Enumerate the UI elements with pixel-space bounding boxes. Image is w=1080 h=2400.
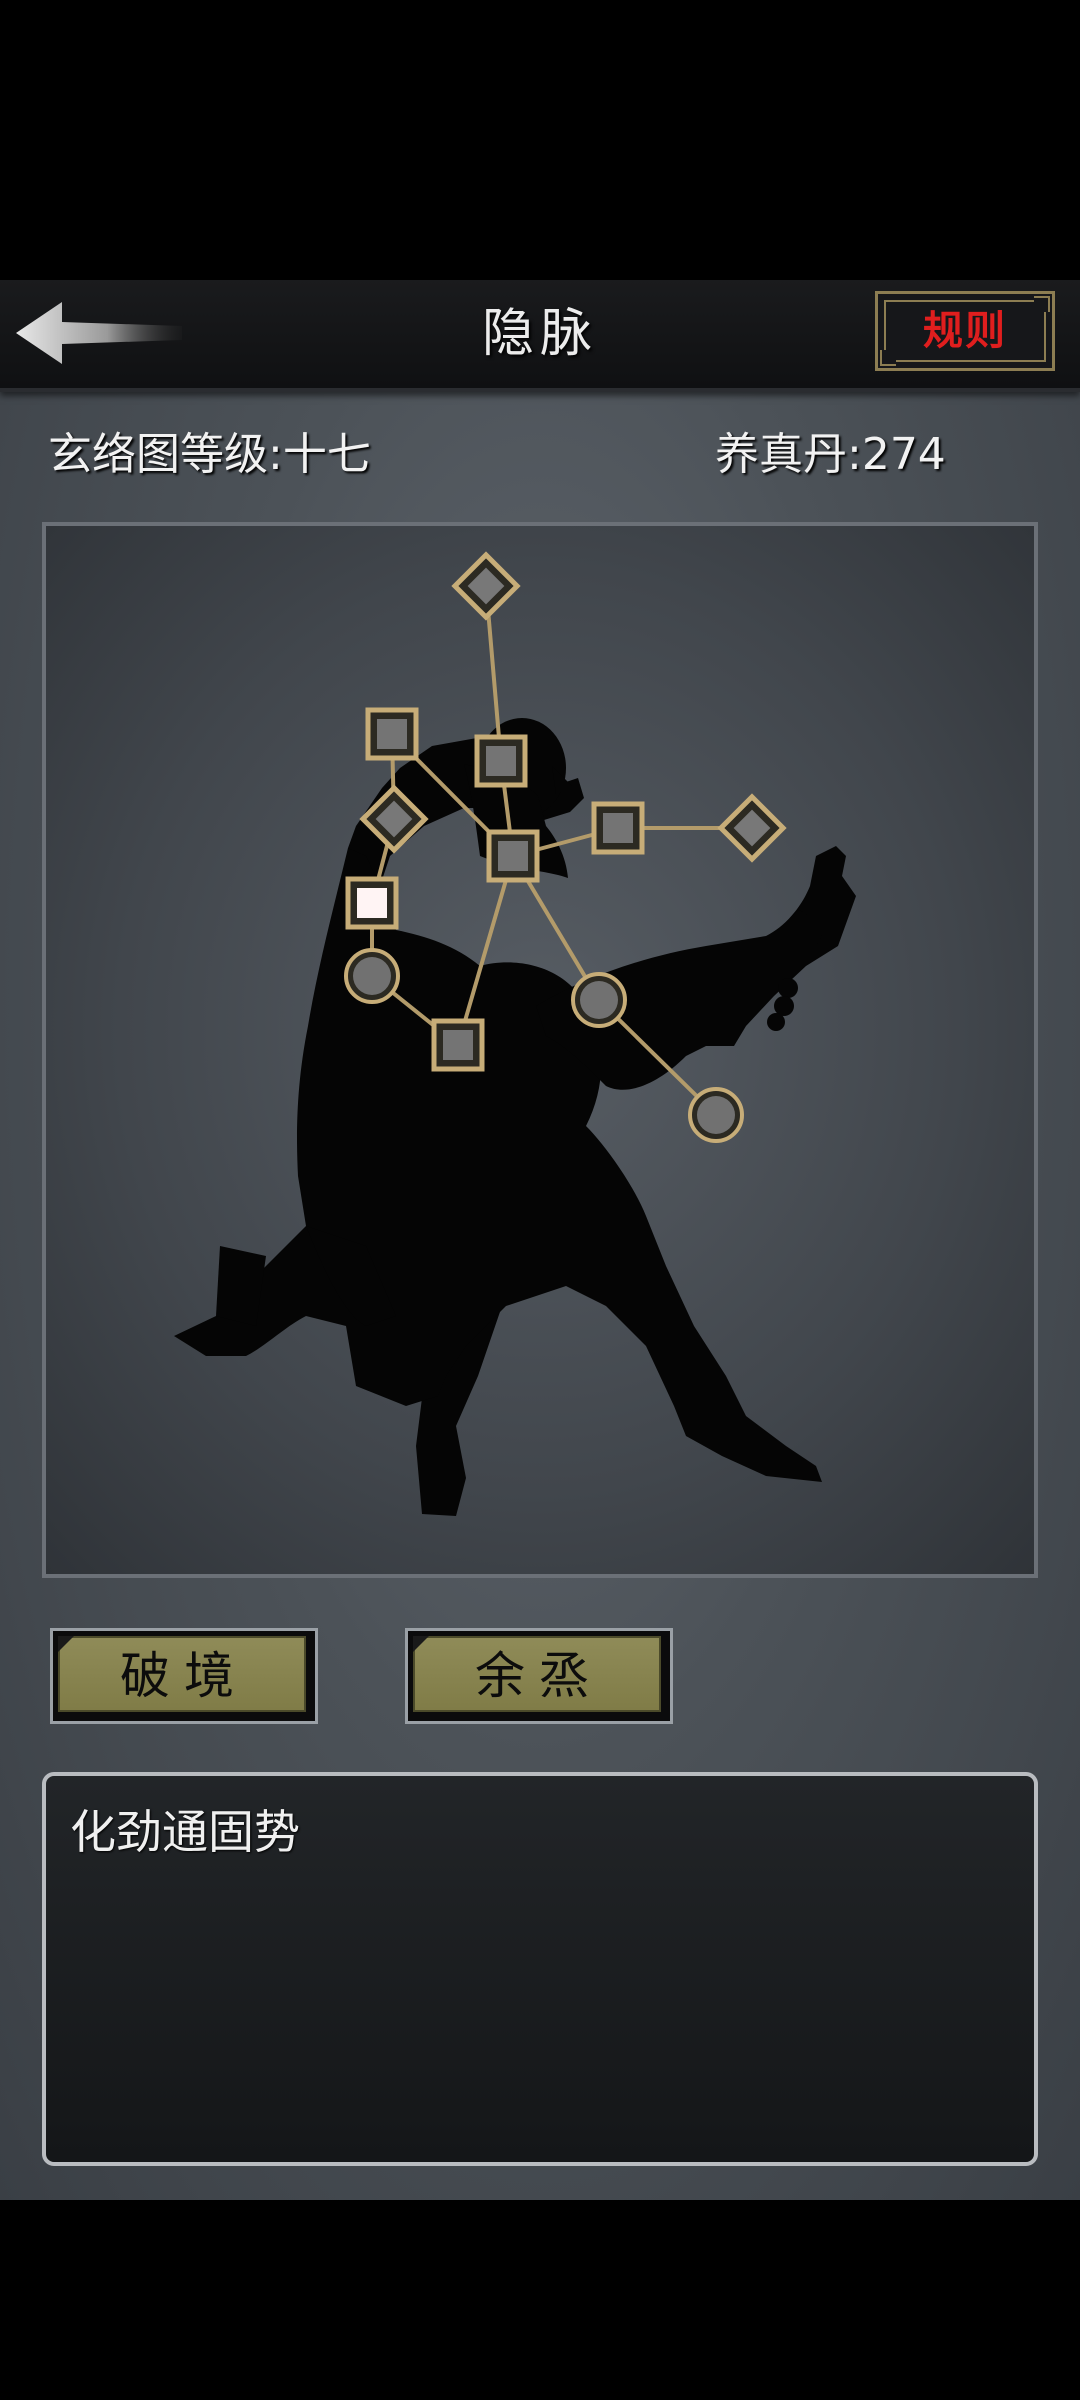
meridian-map [174,551,856,1516]
square-node[interactable] [486,829,540,883]
active-square-node[interactable] [345,876,399,930]
header-bar: 隐脉 规则 [0,280,1080,392]
circle-node[interactable] [344,948,400,1004]
rules-button[interactable]: 规则 [875,291,1055,371]
status-bar-area [0,0,1080,280]
back-arrow-icon [16,302,182,364]
circle-node[interactable] [571,972,627,1028]
hidden-meridian-screen: 隐脉 规则 玄络图等级:十七 养真丹:274 破境 余烝 化劲通固势 [0,280,1080,2200]
square-node[interactable] [365,707,419,761]
circle-node[interactable] [688,1087,744,1143]
square-node[interactable] [474,734,528,788]
square-node[interactable] [591,801,645,855]
pill-count-text: 养真丹:274 [715,429,946,480]
rules-label: 规则 [923,308,1007,354]
aftertaste-button[interactable]: 余烝 [405,1628,673,1724]
breakthrough-label: 破境 [120,1647,248,1705]
square-node[interactable] [431,1018,485,1072]
back-button[interactable] [14,298,184,368]
aftertaste-label: 余烝 [475,1647,603,1705]
meridian-level-text: 玄络图等级:十七 [48,429,371,480]
diamond-node[interactable] [451,551,521,621]
diamond-node[interactable] [717,793,787,863]
description-panel: 化劲通固势 [42,1772,1038,2166]
breakthrough-button[interactable]: 破境 [50,1628,318,1724]
description-text: 化劲通固势 [70,1805,300,1859]
meridian-map-panel [42,522,1038,1578]
